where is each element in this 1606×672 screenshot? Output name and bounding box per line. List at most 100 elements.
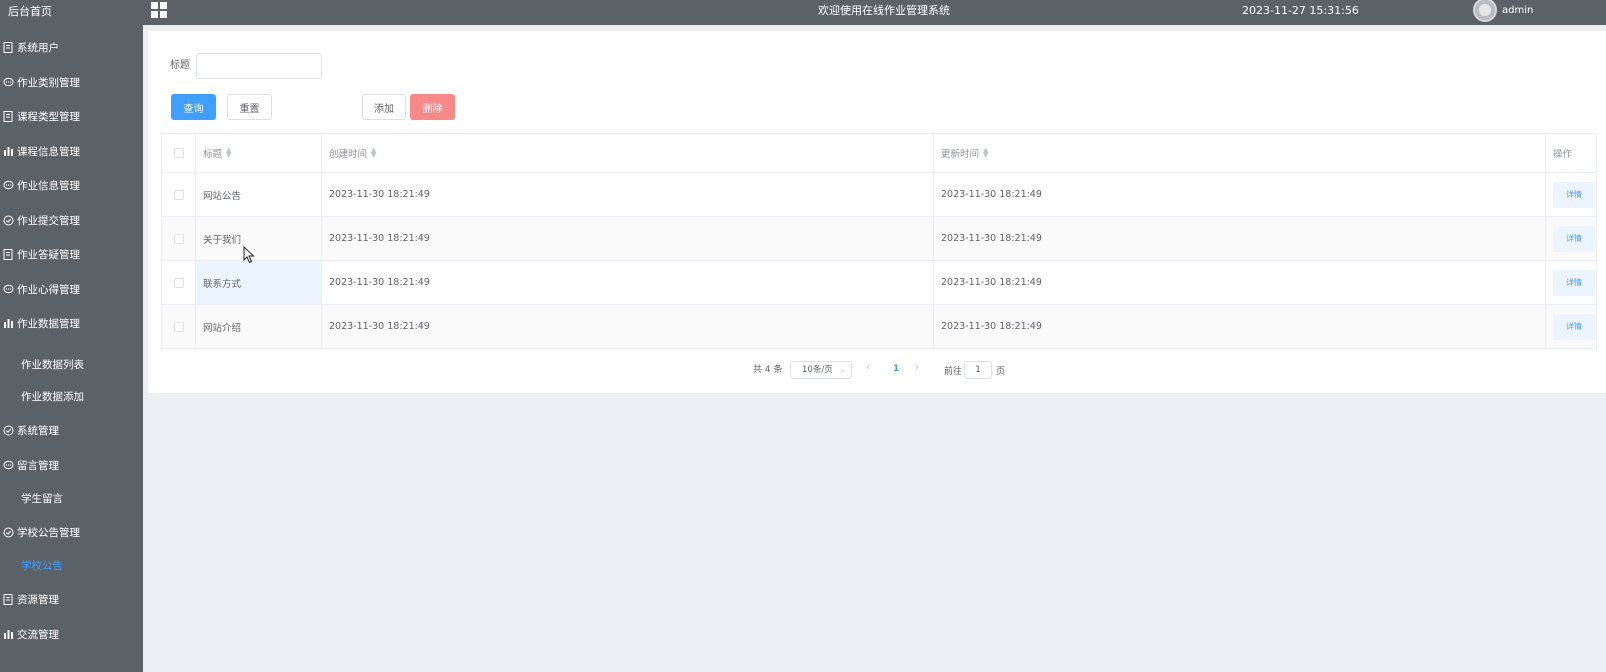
mouse-cursor-icon xyxy=(243,246,255,264)
sidebar-item-label: 作业信息管理 xyxy=(17,179,80,192)
sidebar-item-homework-submit[interactable]: 作业提交管理 xyxy=(0,207,143,233)
sidebar-item-label: 交流管理 xyxy=(17,628,59,641)
sidebar-item-label: 作业答疑管理 xyxy=(17,248,80,261)
page-title: 欢迎使用在线作业管理系统 xyxy=(818,4,950,17)
chevron-down-icon: ⌄ xyxy=(839,365,846,374)
sidebar-item-homework-data[interactable]: 作业数据管理 xyxy=(0,310,143,336)
sidebar-item-course-type[interactable]: 课程类型管理 xyxy=(0,103,143,129)
sidebar-sub-data-list[interactable]: 作业数据列表 xyxy=(0,353,143,375)
avatar[interactable] xyxy=(1473,0,1497,22)
sort-icon[interactable]: ▲ ▼ xyxy=(371,147,376,159)
column-label: 创建时间 xyxy=(329,149,368,160)
sort-icon[interactable]: ▲ ▼ xyxy=(983,147,988,159)
detail-button[interactable]: 详情 xyxy=(1553,225,1595,252)
username[interactable]: admin xyxy=(1502,0,1533,22)
sidebar-item-system-management[interactable]: 系统管理 xyxy=(0,417,143,443)
delete-button[interactable]: 删除 xyxy=(410,94,455,120)
sidebar-item-messages[interactable]: 留言管理 xyxy=(0,452,143,478)
search-title-input[interactable] xyxy=(196,53,322,79)
sidebar-sub-school-notice[interactable]: 学校公告 xyxy=(0,554,143,576)
sidebar-item-homework-category[interactable]: 作业类别管理 xyxy=(0,69,143,95)
sidebar-item-label: 留言管理 xyxy=(17,459,59,472)
title-cell: 关于我们 xyxy=(196,217,322,260)
table-row[interactable]: 联系方式 2023-11-30 18:21:49 2023-11-30 18:2… xyxy=(162,261,1596,305)
search-title-label: 标题 xyxy=(170,60,190,71)
next-page-icon[interactable]: › xyxy=(915,362,919,373)
chat-icon xyxy=(2,283,14,295)
sidebar: 后台首页 系统用户 作业类别管理 课程类型管理 课程信息管理 作业信息管理 作业… xyxy=(0,0,143,672)
title-cell: 联系方式 xyxy=(196,261,322,304)
add-button[interactable]: 添加 xyxy=(362,94,406,120)
document-icon xyxy=(2,593,14,605)
sidebar-item-label: 系统用户 xyxy=(17,41,59,54)
row-checkbox[interactable] xyxy=(173,277,184,288)
row-select-cell xyxy=(162,305,196,348)
menu-grid-icon[interactable] xyxy=(151,2,167,18)
page-size-select[interactable]: 10条/页 ⌄ xyxy=(790,361,852,379)
prev-page-icon[interactable]: ‹ xyxy=(866,362,870,373)
created-cell: 2023-11-30 18:21:49 xyxy=(322,173,934,216)
goto-page-input[interactable]: 1 xyxy=(964,361,992,379)
sidebar-item-course-info[interactable]: 课程信息管理 xyxy=(0,138,143,164)
top-bar: 欢迎使用在线作业管理系统 2023-11-27 15:31:56 admin xyxy=(143,0,1606,25)
created-cell: 2023-11-30 18:21:49 xyxy=(322,217,934,260)
created-cell: 2023-11-30 18:21:49 xyxy=(322,305,934,348)
updated-cell: 2023-11-30 18:21:49 xyxy=(934,217,1546,260)
reset-button[interactable]: 重置 xyxy=(227,94,272,120)
sidebar-item-homework-info[interactable]: 作业信息管理 xyxy=(0,172,143,198)
bar-chart-icon xyxy=(2,145,14,157)
detail-button[interactable]: 详情 xyxy=(1553,313,1595,340)
table-row[interactable]: 关于我们 2023-11-30 18:21:49 2023-11-30 18:2… xyxy=(162,217,1596,261)
row-select-cell xyxy=(162,173,196,216)
chat-icon xyxy=(2,459,14,471)
column-label: 操作 xyxy=(1553,149,1573,160)
actions-cell: 详情 xyxy=(1546,173,1596,216)
actions-cell: 详情 xyxy=(1546,217,1596,260)
sidebar-home-link[interactable]: 后台首页 xyxy=(0,0,143,24)
sidebar-item-homework-notes[interactable]: 作业心得管理 xyxy=(0,276,143,302)
actions-cell: 详情 xyxy=(1546,261,1596,304)
page-size-value: 10条/页 xyxy=(802,365,833,375)
sidebar-item-label: 课程类型管理 xyxy=(17,110,80,123)
current-datetime: 2023-11-27 15:31:56 xyxy=(1242,4,1359,17)
row-checkbox[interactable] xyxy=(173,321,184,332)
chat-icon xyxy=(2,76,14,88)
sidebar-item-label: 资源管理 xyxy=(17,593,59,606)
page-number-current[interactable]: 1 xyxy=(893,364,899,374)
chat-icon xyxy=(2,179,14,191)
sort-icon[interactable]: ▲ ▼ xyxy=(226,147,231,159)
column-label: 更新时间 xyxy=(941,149,980,160)
goto-label: 前往 xyxy=(944,367,963,377)
bar-chart-icon xyxy=(2,317,14,329)
query-button[interactable]: 查询 xyxy=(171,94,216,120)
sidebar-item-communication[interactable]: 交流管理 xyxy=(0,621,143,647)
sidebar-sub-student-messages[interactable]: 学生留言 xyxy=(0,487,143,509)
select-all-checkbox[interactable] xyxy=(173,148,184,158)
row-select-cell xyxy=(162,217,196,260)
pagination-total: 共 4 条 xyxy=(753,365,783,375)
sidebar-item-label: 作业类别管理 xyxy=(17,76,80,89)
detail-button[interactable]: 详情 xyxy=(1553,269,1595,296)
sidebar-sub-data-add[interactable]: 作业数据添加 xyxy=(0,385,143,407)
select-all-cell xyxy=(162,134,196,172)
row-checkbox[interactable] xyxy=(173,233,184,244)
column-header-title[interactable]: 标题 ▲ ▼ xyxy=(196,134,322,172)
sidebar-item-label: 课程信息管理 xyxy=(17,145,80,158)
sidebar-item-school-notice[interactable]: 学校公告管理 xyxy=(0,519,143,545)
actions-cell: 详情 xyxy=(1546,305,1596,348)
row-checkbox[interactable] xyxy=(173,189,184,200)
table-row[interactable]: 网站介绍 2023-11-30 18:21:49 2023-11-30 18:2… xyxy=(162,305,1596,349)
sidebar-item-system-users[interactable]: 系统用户 xyxy=(0,34,143,60)
updated-cell: 2023-11-30 18:21:49 xyxy=(934,305,1546,348)
detail-button[interactable]: 详情 xyxy=(1553,181,1595,208)
table-row[interactable]: 网站公告 2023-11-30 18:21:49 2023-11-30 18:2… xyxy=(162,173,1596,217)
sidebar-item-resources[interactable]: 资源管理 xyxy=(0,586,143,612)
row-select-cell xyxy=(162,261,196,304)
column-header-updated[interactable]: 更新时间 ▲ ▼ xyxy=(934,134,1546,172)
title-cell: 网站公告 xyxy=(196,173,322,216)
sidebar-item-homework-qa[interactable]: 作业答疑管理 xyxy=(0,241,143,267)
check-circle-icon xyxy=(2,214,14,226)
sidebar-item-label: 系统管理 xyxy=(17,424,59,437)
document-icon xyxy=(2,248,14,260)
column-header-created[interactable]: 创建时间 ▲ ▼ xyxy=(322,134,934,172)
